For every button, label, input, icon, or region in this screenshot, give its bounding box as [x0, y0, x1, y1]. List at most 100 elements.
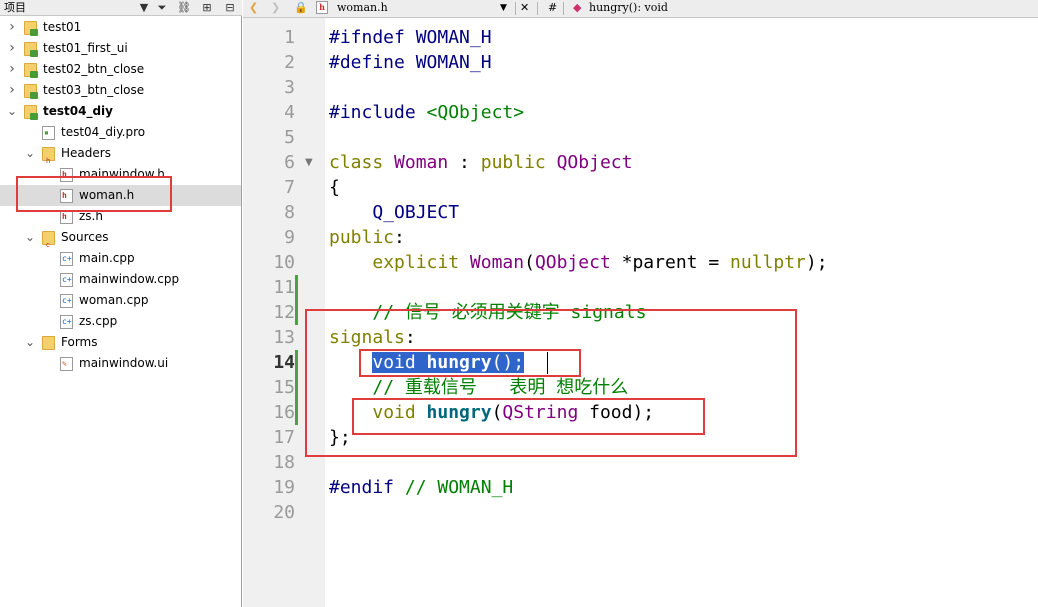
code-token: (: [491, 402, 503, 423]
code-token: signals: [329, 327, 405, 348]
line-number: 2: [284, 52, 295, 73]
tree-item[interactable]: h woman.h: [0, 185, 241, 206]
line-number: 18: [273, 452, 295, 473]
header-file-icon: h: [60, 189, 73, 203]
tree-item[interactable]: ⌄ Forms: [0, 332, 241, 353]
line-number: 20: [273, 502, 295, 523]
tree-item-label: zs.cpp: [79, 314, 118, 328]
link-icon[interactable]: ⛓: [176, 0, 192, 16]
project-folder-icon: [24, 63, 38, 78]
code-line: signals:: [329, 325, 416, 350]
code-token: Q_OBJECT: [372, 202, 460, 223]
tree-item-label: test04_diy: [43, 104, 113, 118]
back-arrow-icon[interactable]: ❮: [249, 0, 258, 16]
code-token: ();: [491, 352, 525, 373]
line-number: 1: [284, 27, 295, 48]
project-folder-icon: [24, 84, 38, 99]
code-token: QString: [502, 402, 579, 423]
project-folder-icon: [24, 105, 38, 120]
code-line: // 信号 必须用关键字 signals: [329, 300, 646, 325]
modified-lines-marker: [295, 350, 298, 400]
code-token: // 信号 必须用关键字 signals: [372, 302, 647, 323]
code-token: {: [329, 177, 340, 198]
tree-item-label: Sources: [61, 230, 109, 244]
code-token: *parent =: [610, 252, 731, 273]
tree-item[interactable]: c+ zs.cpp: [0, 311, 241, 332]
line-number: 16: [273, 402, 295, 423]
code-token: hungry: [426, 402, 492, 423]
code-token: public: [329, 227, 395, 248]
project-pane-toolbar: 项目 ▼ ⏷ ⛓ ⊞ ⊟: [0, 0, 242, 16]
forward-arrow-icon[interactable]: ❯: [271, 0, 280, 16]
chevron-right-icon[interactable]: ›: [6, 80, 18, 101]
current-symbol[interactable]: hungry(): void: [589, 0, 668, 16]
line-number: 4: [284, 102, 295, 123]
cpp-file-icon: c+: [60, 315, 73, 329]
close-pane-icon[interactable]: ⊟: [222, 0, 238, 16]
tree-item[interactable]: › test01_first_ui: [0, 38, 241, 59]
tree-item-label: zs.h: [79, 209, 103, 223]
tree-item[interactable]: ✎ mainwindow.ui: [0, 353, 241, 374]
ui-file-icon: ✎: [60, 357, 73, 371]
tree-item-label: woman.cpp: [79, 293, 149, 307]
cpp-file-icon: c+: [60, 273, 73, 287]
split-icon[interactable]: ⊞: [199, 0, 215, 16]
tree-item[interactable]: ⌄ c Sources: [0, 227, 241, 249]
hash-label: #: [548, 1, 558, 14]
header-file-icon: h: [60, 210, 73, 224]
line-number: 5: [284, 127, 295, 148]
chevron-down-icon[interactable]: ⌄: [24, 332, 36, 353]
tree-item[interactable]: ▪ test04_diy.pro: [0, 122, 241, 143]
code-token: explicit: [372, 252, 470, 273]
fold-marker-icon[interactable]: ▼: [305, 150, 313, 175]
code-line: };: [329, 425, 351, 450]
open-file-name[interactable]: woman.h: [337, 0, 388, 16]
code-line: #ifndef WOMAN_H: [329, 25, 492, 50]
code-token: :: [394, 227, 405, 248]
code-token: hungry: [426, 352, 492, 373]
close-file-icon[interactable]: ✕: [520, 0, 529, 16]
project-pane-title: 项目: [4, 1, 26, 14]
line-number: 13: [273, 327, 295, 348]
tree-item[interactable]: › test02_btn_close: [0, 59, 241, 80]
code-token: <QObject>: [426, 102, 525, 123]
chevron-down-icon[interactable]: ⌄: [24, 227, 36, 248]
code-line: class Woman : public QObject: [329, 150, 632, 175]
file-dropdown-icon[interactable]: ▼: [500, 0, 507, 16]
tree-item[interactable]: ⌄ h Headers: [0, 143, 241, 165]
line-number-gutter[interactable]: ▼ 1 2 3 4 5 6 7 8 9 10 11 12 13 14 15 16 17 18 19 20: [243, 18, 325, 607]
chevron-down-icon[interactable]: ⌄: [6, 101, 18, 122]
tree-item[interactable]: c+ main.cpp: [0, 248, 241, 269]
tree-item-label: test02_btn_close: [43, 62, 145, 76]
tree-item[interactable]: h zs.h: [0, 206, 241, 227]
tree-item-label: test01_first_ui: [43, 41, 128, 55]
chevron-right-icon[interactable]: ›: [6, 59, 18, 80]
code-line: #endif // WOMAN_H: [329, 475, 513, 500]
tree-item[interactable]: › test03_btn_close: [0, 80, 241, 101]
tree-item[interactable]: › test01: [0, 17, 241, 38]
code-editor[interactable]: #ifndef WOMAN_H #define WOMAN_H #include <…: [325, 18, 1038, 607]
code-token: // WOMAN_H: [404, 477, 514, 498]
chevron-right-icon[interactable]: ›: [6, 38, 18, 59]
chevron-right-icon[interactable]: ›: [6, 17, 18, 38]
tree-item[interactable]: c+ mainwindow.cpp: [0, 269, 241, 290]
tree-item[interactable]: c+ woman.cpp: [0, 290, 241, 311]
code-token: :: [448, 152, 481, 173]
code-token: :: [404, 327, 416, 348]
line-number: 12: [273, 302, 295, 323]
tree-item-label: mainwindow.ui: [79, 356, 169, 370]
tree-item[interactable]: h mainwindow.h: [0, 164, 241, 185]
function-symbol-icon: ◆: [573, 1, 582, 14]
chevron-down-icon[interactable]: ⌄: [24, 143, 36, 164]
code-line: // 重载信号 表明 想吃什么: [329, 375, 628, 400]
filter-icon[interactable]: ⏷: [154, 0, 170, 16]
dropdown-arrow-icon[interactable]: ▼: [136, 0, 152, 16]
tree-item[interactable]: ⌄ test04_diy: [0, 101, 241, 122]
folder-icon: [42, 336, 55, 350]
code-token: void: [372, 402, 427, 423]
cpp-file-icon: c+: [60, 294, 73, 308]
